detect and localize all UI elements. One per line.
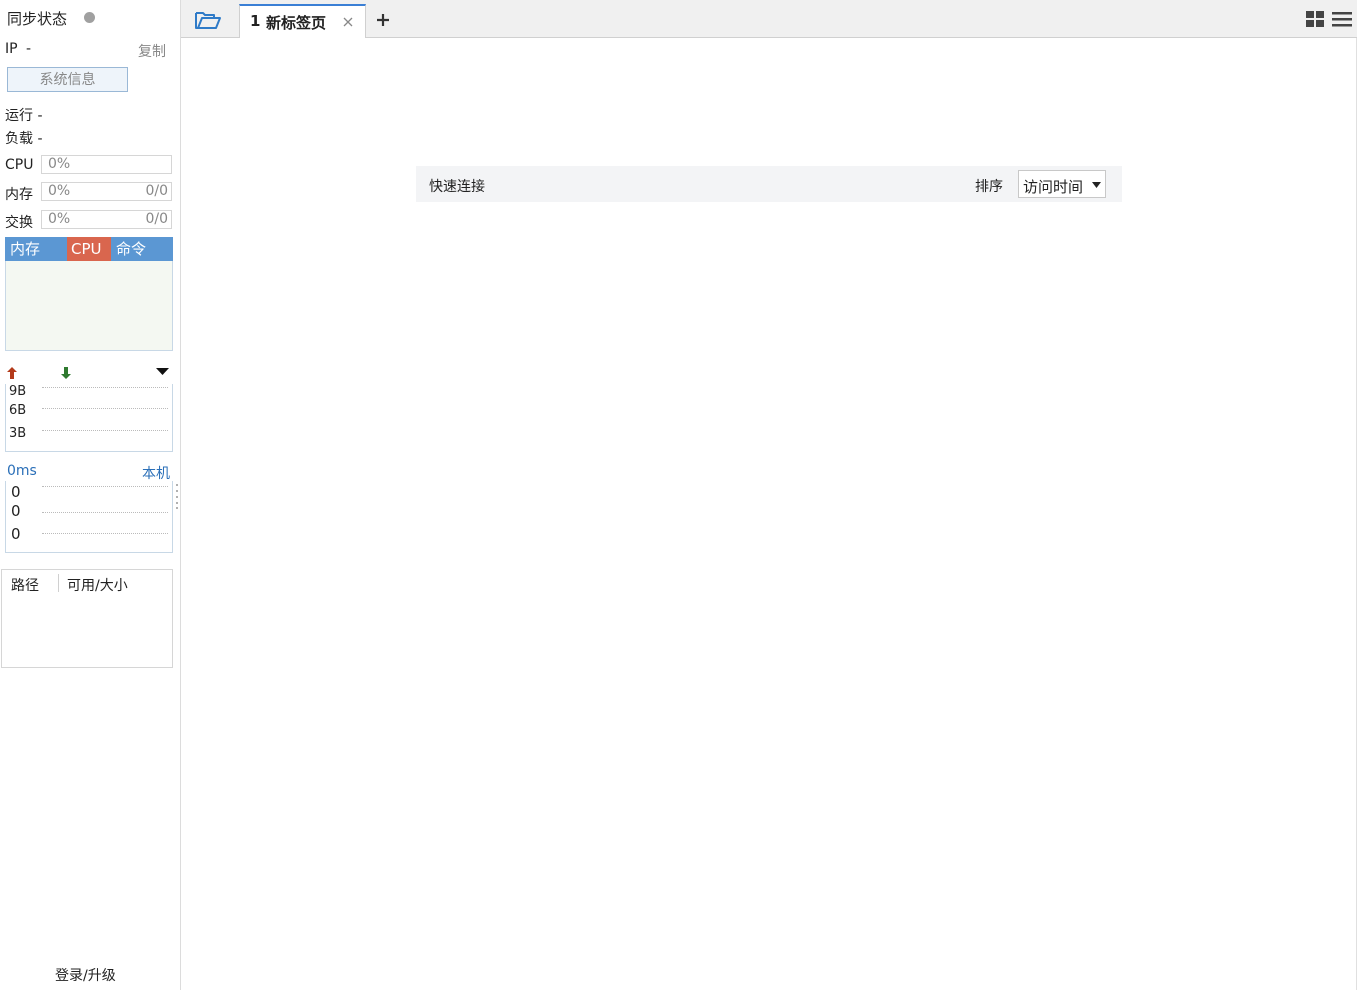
ip-value: - (26, 41, 32, 57)
mem-label: 内存 (5, 187, 33, 203)
sort-select[interactable]: 访问时间 (1018, 170, 1106, 198)
mem-meter: 0% 0/0 (41, 182, 172, 201)
net-tick: 6B (9, 403, 27, 418)
resize-handle-icon[interactable] (175, 482, 179, 510)
sort-label: 排序 (975, 179, 1003, 195)
uptime-text: 运行 - (5, 108, 43, 124)
load-text: 负载 - (5, 131, 43, 147)
disk-table: 路径 可用/大小 (1, 569, 173, 668)
network-interface-dropdown-icon[interactable] (156, 367, 169, 376)
sort-select-value: 访问时间 (1023, 178, 1084, 196)
network-graph: 9B 6B 3B (5, 384, 173, 452)
ip-label: IP (5, 41, 18, 57)
latency-target[interactable]: 本机 (142, 463, 170, 483)
menu-icon[interactable] (1332, 11, 1352, 28)
cpu-label: CPU (5, 157, 34, 173)
process-tabs: 内存 CPU 命令 (5, 237, 173, 261)
upload-arrow-icon (7, 367, 17, 379)
cpu-meter: 0% (41, 155, 172, 174)
proc-tab-mem[interactable]: 内存 (10, 237, 40, 261)
copy-ip-button[interactable]: 复制 (138, 41, 166, 61)
disk-header-divider (58, 574, 59, 592)
latency-gridline (42, 512, 168, 513)
folder-open-icon[interactable] (194, 9, 222, 31)
chevron-down-icon (1092, 182, 1101, 188)
net-gridline (42, 408, 168, 409)
net-tick: 3B (9, 426, 27, 441)
latency-tick: 0 (11, 483, 21, 501)
swap-label: 交换 (5, 215, 33, 231)
latency-tick: 0 (11, 525, 21, 543)
process-list (5, 261, 173, 351)
quick-connect-title: 快速连接 (429, 179, 485, 195)
proc-tab-cmd[interactable]: 命令 (116, 237, 146, 261)
mem-value: 0% (48, 183, 71, 199)
quick-connect-bar: 快速连接 排序 (416, 166, 1122, 202)
tab-new-tab[interactable]: 1 新标签页 (239, 4, 366, 38)
latency-gridline (42, 486, 168, 487)
swap-value: 0% (48, 211, 71, 227)
net-tick: 9B (9, 384, 27, 399)
grid-layout-icon[interactable] (1306, 11, 1325, 28)
tab-number: 1 (250, 12, 261, 30)
add-tab-icon[interactable] (376, 13, 390, 27)
latency-tick: 0 (11, 502, 21, 520)
sidebar: 同步状态 IP - 复制 系统信息 运行 - 负载 - CPU 0% 内存 0%… (0, 0, 181, 990)
sync-status-dot-icon (84, 12, 95, 23)
swap-meter: 0% 0/0 (41, 210, 172, 229)
net-gridline (42, 430, 168, 431)
cpu-value: 0% (48, 156, 71, 172)
sync-status-label: 同步状态 (7, 10, 68, 28)
proc-tab-cpu[interactable]: CPU (67, 237, 111, 261)
latency-gridline (42, 533, 168, 534)
mem-ratio: 0/0 (145, 183, 168, 199)
swap-ratio: 0/0 (145, 211, 168, 227)
login-upgrade-link[interactable]: 登录/升级 (55, 965, 116, 985)
latency-value: 0ms (7, 463, 37, 479)
system-info-button[interactable]: 系统信息 (7, 67, 128, 92)
tab-title: 新标签页 (266, 14, 327, 32)
latency-graph: 0 0 0 (5, 481, 173, 553)
net-gridline (42, 387, 168, 388)
download-arrow-icon (61, 367, 71, 379)
disk-header-path[interactable]: 路径 (11, 575, 39, 595)
disk-header-size[interactable]: 可用/大小 (67, 575, 128, 595)
close-icon[interactable] (343, 17, 353, 27)
